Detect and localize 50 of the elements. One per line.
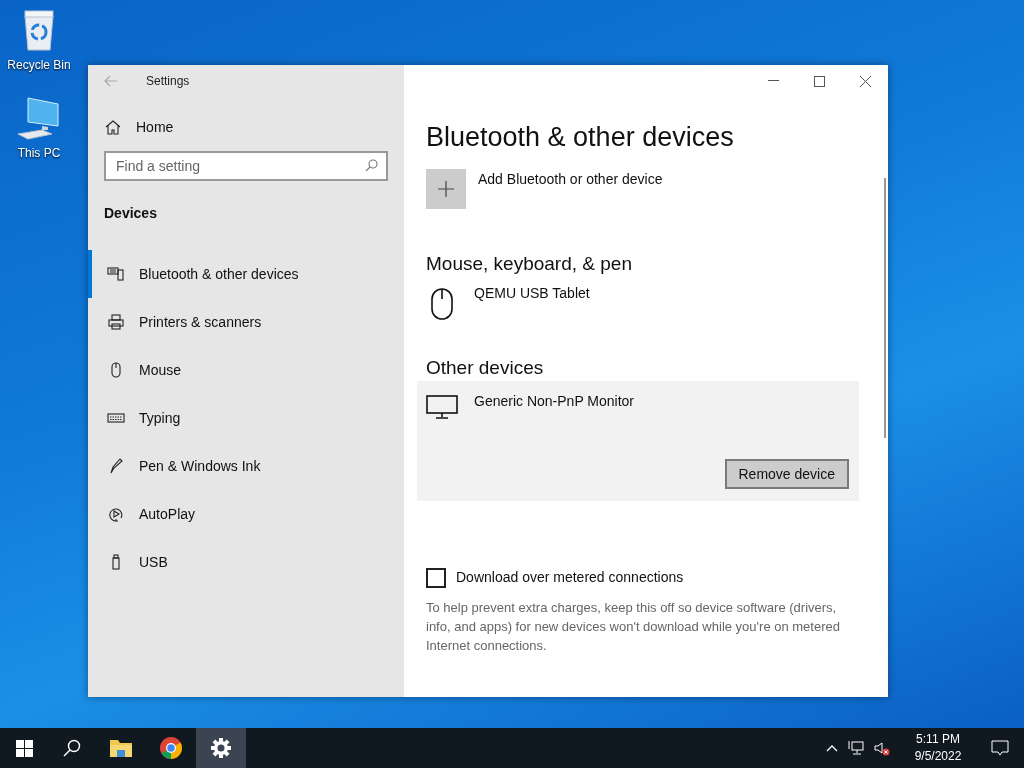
notifications-icon[interactable] xyxy=(991,739,1009,757)
nav-item[interactable]: Mouse xyxy=(88,346,404,394)
pen-icon xyxy=(107,457,125,475)
remove-device-button[interactable]: Remove device xyxy=(724,459,849,489)
desktop-icon-label[interactable]: Recycle Bin xyxy=(7,56,71,74)
description-text: To help prevent extra charges, keep this off so device software (drivers, info, and apps) for new devices won't download while you're on metered Internet connections. xyxy=(426,599,841,655)
nav-item[interactable]: Typing xyxy=(88,394,404,442)
minimize-icon[interactable] xyxy=(767,80,779,82)
mouse-icon xyxy=(429,287,455,321)
printer-icon xyxy=(107,313,125,331)
home-icon xyxy=(105,119,121,135)
network-icon[interactable] xyxy=(848,740,864,756)
chevron-up-icon[interactable] xyxy=(826,744,838,752)
nav-item[interactable]: Bluetooth & other devices xyxy=(88,250,404,298)
clock-date[interactable]: 9/5/2022 xyxy=(914,748,962,765)
muted-speaker-icon[interactable] xyxy=(874,740,890,756)
add-device-link[interactable]: Add Bluetooth or other device xyxy=(478,169,663,190)
device-name: Generic Non-PnP Monitor xyxy=(474,392,635,411)
group-heading: Mouse, keyboard, & pen xyxy=(426,252,633,276)
window-title: Settings xyxy=(146,73,190,90)
nav-item[interactable]: Printers & scanners xyxy=(88,298,404,346)
group-heading: Other devices xyxy=(426,356,545,380)
scrollbar[interactable] xyxy=(884,178,886,438)
close-icon[interactable] xyxy=(859,75,871,87)
device-item[interactable]: QEMU USB Tablet xyxy=(417,277,859,321)
browser-icon xyxy=(159,736,183,760)
home-link[interactable]: Home xyxy=(136,116,174,138)
taskbar-app[interactable] xyxy=(196,728,246,768)
checkbox[interactable] xyxy=(426,567,446,588)
nav-item[interactable]: AutoPlay xyxy=(88,490,404,538)
windows-start-icon[interactable] xyxy=(15,739,33,757)
search-icon[interactable] xyxy=(63,739,81,757)
section-heading: Devices xyxy=(104,204,158,223)
devices-icon xyxy=(107,265,125,283)
desktop-icon-label[interactable]: This PC xyxy=(17,144,61,162)
monitor-icon xyxy=(426,395,458,419)
device-name: QEMU USB Tablet xyxy=(474,284,590,303)
maximize-icon[interactable] xyxy=(813,75,825,87)
autoplay-icon xyxy=(107,505,125,523)
search-field[interactable]: Find a setting xyxy=(104,151,388,181)
plus-icon xyxy=(438,181,454,197)
nav-item[interactable]: USB xyxy=(88,538,404,586)
clock-time[interactable]: 5:11 PM xyxy=(916,731,960,748)
device-item[interactable]: Generic Non-PnP Monitor Remove device xyxy=(417,381,859,501)
folder-icon xyxy=(109,738,133,758)
search-icon xyxy=(365,159,378,172)
computer-icon xyxy=(16,96,62,140)
checkbox-label[interactable]: Download over metered connections xyxy=(456,567,684,588)
page-title: Bluetooth & other devices xyxy=(426,121,735,154)
nav-item[interactable]: Pen & Windows Ink xyxy=(88,442,404,490)
